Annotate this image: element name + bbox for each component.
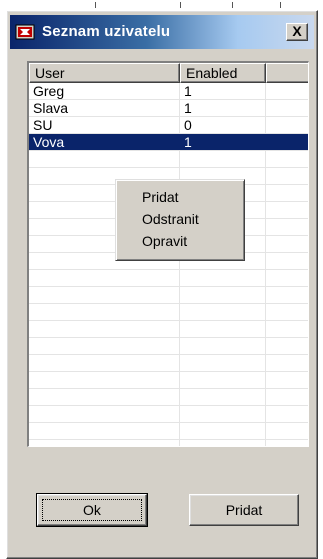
- empty-row: [29, 423, 308, 440]
- table-row[interactable]: SU 0: [29, 117, 308, 134]
- enabled-cell: 0: [184, 117, 192, 133]
- app-icon: [15, 24, 35, 40]
- strip-tick: [180, 2, 181, 8]
- list-header: User Enabled: [29, 63, 308, 83]
- list-rows: Greg 1 Slava 1 SU 0 Vova 1: [29, 83, 308, 440]
- menu-item-pridat[interactable]: Pridat: [116, 186, 244, 208]
- strip-tick: [95, 2, 96, 8]
- empty-row: [29, 270, 308, 287]
- close-button[interactable]: X: [286, 23, 308, 41]
- column-header-enabled[interactable]: Enabled: [180, 63, 266, 83]
- context-menu: Pridat Odstranit Opravit: [115, 179, 245, 261]
- strip-tick: [280, 2, 281, 8]
- table-row[interactable]: Slava 1: [29, 100, 308, 117]
- empty-row: [29, 372, 308, 389]
- ok-button[interactable]: Ok: [36, 493, 148, 527]
- table-row[interactable]: Greg 1: [29, 83, 308, 100]
- empty-row: [29, 406, 308, 423]
- add-button-label: Pridat: [225, 502, 263, 518]
- enabled-cell: 1: [184, 83, 192, 99]
- menu-item-opravit[interactable]: Opravit: [116, 230, 244, 252]
- strip-tick: [232, 2, 233, 8]
- focus-rect: [42, 499, 142, 521]
- user-cell: Slava: [33, 100, 69, 116]
- window-title: Seznam uzivatelu: [42, 23, 171, 40]
- enabled-cell: 1: [184, 134, 192, 150]
- empty-row: [29, 389, 308, 406]
- enabled-cell: 1: [184, 100, 192, 116]
- add-button[interactable]: Pridat: [189, 494, 299, 526]
- user-cell: Vova: [33, 134, 65, 150]
- column-header-filler: [266, 63, 308, 83]
- column-header-user[interactable]: User: [29, 63, 180, 83]
- close-icon: X: [292, 23, 302, 39]
- empty-row: [29, 304, 308, 321]
- empty-row: [29, 338, 308, 355]
- dialog-window: Seznam uzivatelu X User Enabled Greg 1 S…: [6, 10, 318, 559]
- empty-row: [29, 287, 308, 304]
- user-cell: Greg: [33, 83, 65, 99]
- user-cell: SU: [33, 117, 53, 133]
- empty-row: [29, 321, 308, 338]
- empty-row: [29, 151, 308, 168]
- empty-row: [29, 355, 308, 372]
- menu-item-odstranit[interactable]: Odstranit: [116, 208, 244, 230]
- title-bar[interactable]: Seznam uzivatelu X: [10, 15, 314, 49]
- table-row-selected[interactable]: Vova 1: [29, 134, 308, 151]
